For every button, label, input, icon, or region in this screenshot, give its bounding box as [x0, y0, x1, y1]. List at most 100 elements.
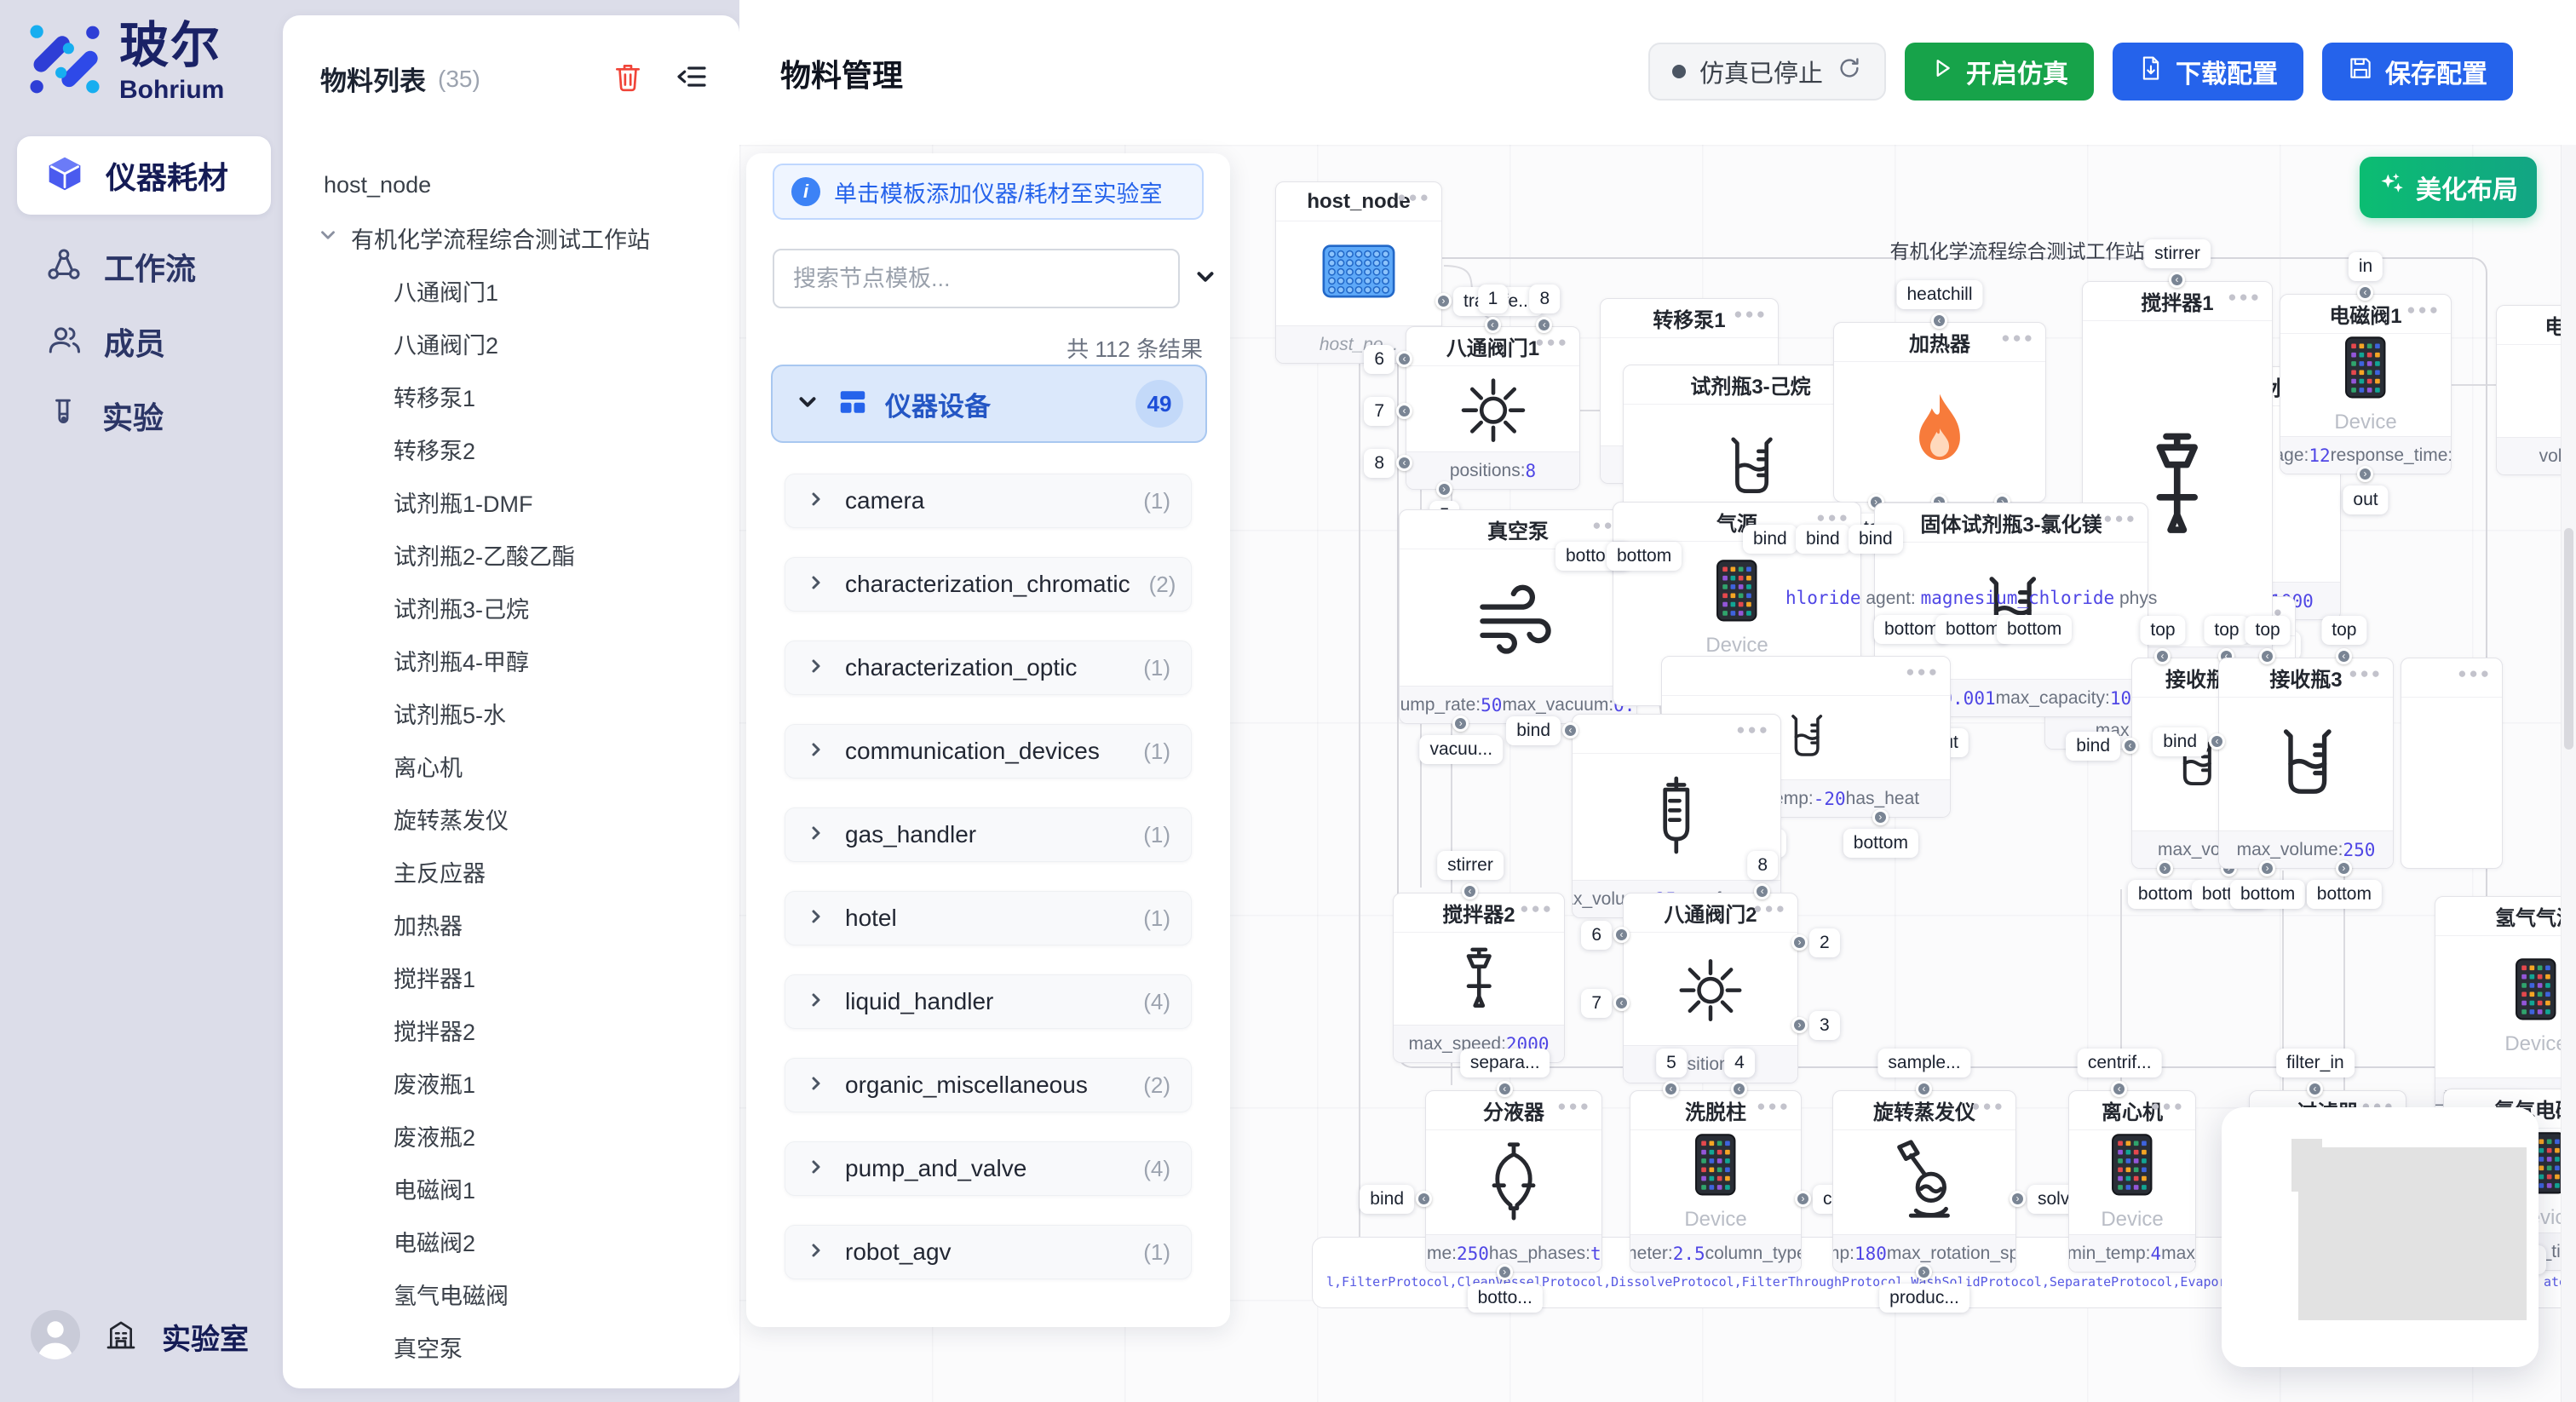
node-menu-icon[interactable]: ●●●: [1557, 1098, 1591, 1115]
category-row-hotel[interactable]: hotel (1): [785, 891, 1192, 945]
port-handle[interactable]: ‹: [1462, 883, 1478, 899]
port-handle[interactable]: ›: [1916, 1264, 1932, 1280]
chevron-down-icon[interactable]: [317, 224, 339, 252]
avatar[interactable]: [31, 1310, 80, 1364]
tree-item[interactable]: 主反应器: [283, 845, 739, 898]
port-handle[interactable]: ›: [1497, 1264, 1513, 1280]
category-row-characterization_optic[interactable]: characterization_optic (1): [785, 641, 1192, 695]
node-menu-icon[interactable]: ●●●: [1397, 189, 1431, 206]
node-menu-icon[interactable]: ●●●: [2458, 665, 2492, 682]
category-row-gas_handler[interactable]: gas_handler (1): [785, 807, 1192, 862]
node-menu-icon[interactable]: ●●●: [1906, 664, 1940, 681]
port-handle[interactable]: ›: [1436, 481, 1452, 497]
tree-item[interactable]: 电磁阀2: [283, 1215, 739, 1267]
node-menu-icon[interactable]: ●●●: [1736, 721, 1770, 738]
port-handle[interactable]: ›: [1872, 809, 1889, 825]
sidebar-item-instruments[interactable]: 仪器耗材: [17, 136, 271, 215]
port-handle[interactable]: ›: [1791, 934, 1808, 951]
tree-item[interactable]: 八通阀门2: [283, 317, 739, 370]
node-menu-icon[interactable]: ●●●: [2151, 1098, 2185, 1115]
tree-item[interactable]: 搅拌器1: [283, 951, 739, 1003]
sidebar-item-experiments[interactable]: 实验: [17, 386, 271, 445]
canvas-node-八通阀门1[interactable]: 八通阀门1 ●●●positions: 81 ‹8 ‹5 ›6 ‹7 ‹8 ‹: [1406, 326, 1580, 490]
port-handle[interactable]: ‹: [2169, 272, 2185, 288]
node-menu-icon[interactable]: ●●●: [1753, 900, 1787, 917]
canvas-scrollbar[interactable]: [2561, 145, 2576, 1402]
tree-item[interactable]: 搅拌器2: [283, 1003, 739, 1056]
canvas-node-八通阀门2[interactable]: 八通阀门2 ●●●positions: 88 ‹6 ‹7 ‹2 ›3 ›: [1623, 893, 1798, 1083]
start-simulation-button[interactable]: 开启仿真: [1905, 43, 2094, 101]
tree-item-host-node[interactable]: host_node: [283, 158, 739, 211]
canvas-node-搅拌器2[interactable]: 搅拌器2 ●●● max_speed: 2000stirrer ‹: [1393, 893, 1565, 1063]
preview-panel[interactable]: [2222, 1107, 2539, 1367]
canvas-node-接收瓶3[interactable]: 接收瓶3 ●●● max_volume: 250top ‹top ‹bottom…: [2218, 658, 2394, 869]
node-menu-icon[interactable]: ●●●: [2001, 330, 2035, 347]
tree-item[interactable]: 真空泵: [283, 1320, 739, 1373]
port-handle[interactable]: ‹: [1497, 1081, 1513, 1097]
node-menu-icon[interactable]: ●●●: [2406, 302, 2441, 319]
port-handle[interactable]: ‹: [1485, 317, 1501, 333]
tree-item[interactable]: 旋转蒸发仪: [283, 792, 739, 845]
node-menu-icon[interactable]: ●●●: [2228, 289, 2262, 306]
port-handle[interactable]: ›: [2357, 466, 2373, 482]
download-config-button[interactable]: 下载配置: [2113, 43, 2303, 101]
sidebar-item-workflow[interactable]: 工作流: [17, 237, 271, 296]
category-row-characterization_chromatic[interactable]: characterization_chromatic (2): [785, 557, 1192, 612]
tree-item[interactable]: 转移泵1: [283, 370, 739, 422]
node-menu-icon[interactable]: ●●●: [1757, 1098, 1791, 1115]
category-group-instruments[interactable]: 仪器设备 49: [771, 365, 1207, 443]
canvas-node-加热器[interactable]: 加热器 ●●● heatchill ‹top ›top ›top ›: [1833, 322, 2046, 503]
refresh-icon[interactable]: [1837, 55, 1862, 88]
collapse-list-icon[interactable]: [675, 60, 709, 98]
node-menu-icon[interactable]: ●●●: [1816, 509, 1850, 526]
tree-item[interactable]: 电磁阀1: [283, 1162, 739, 1215]
tree-item[interactable]: 试剂瓶4-甲醇: [283, 634, 739, 687]
trash-icon[interactable]: [612, 60, 644, 97]
port-handle[interactable]: ‹: [1613, 995, 1630, 1011]
tree-item[interactable]: 试剂瓶2-乙酸乙酯: [283, 528, 739, 581]
port-handle[interactable]: ‹: [1396, 455, 1412, 471]
port-handle[interactable]: ‹: [1916, 1081, 1932, 1097]
port-handle[interactable]: ‹: [1562, 722, 1578, 738]
tree-item[interactable]: 转移泵2: [283, 422, 739, 475]
category-row-liquid_handler[interactable]: liquid_handler (4): [785, 974, 1192, 1029]
canvas-node-分液器[interactable]: 分液器 ●●● volume: 250 has_phases: truesepa…: [1425, 1090, 1602, 1273]
save-config-button[interactable]: 保存配置: [2322, 43, 2513, 101]
category-row-camera[interactable]: camera (1): [785, 474, 1192, 528]
node-menu-icon[interactable]: ●●●: [1520, 900, 1554, 917]
category-row-robot_agv[interactable]: robot_agv (1): [785, 1225, 1192, 1279]
scrollbar-thumb[interactable]: [2564, 528, 2573, 750]
node-menu-icon[interactable]: ●●●: [1734, 306, 1768, 323]
search-input[interactable]: [773, 249, 1180, 308]
canvas-node[interactable]: ●●●: [2401, 658, 2503, 869]
sidebar-item-members[interactable]: 成员: [17, 312, 271, 371]
tree-item[interactable]: 离心机: [283, 739, 739, 792]
tree-item[interactable]: 试剂瓶1-DMF: [283, 475, 739, 528]
port-handle[interactable]: ›: [2259, 860, 2275, 876]
tree-item[interactable]: 氢气电磁阀: [283, 1267, 739, 1320]
port-handle[interactable]: ›: [2157, 860, 2173, 876]
lab-label[interactable]: 实验室: [162, 1316, 249, 1358]
node-menu-icon[interactable]: ●●●: [1971, 1098, 2005, 1115]
node-menu-icon[interactable]: ●●●: [1535, 334, 1569, 351]
port-handle[interactable]: ‹: [1731, 1081, 1747, 1097]
canvas-node-电磁阀1[interactable]: 电磁阀1 ●●●Devicevoltage: 12 response_time:…: [2280, 294, 2452, 474]
tree-group-workstation[interactable]: 有机化学流程综合测试工作站: [283, 211, 739, 264]
canvas-node-洗脱柱[interactable]: 洗脱柱 ●●●Devicediameter: 2.5 column_type: …: [1630, 1090, 1802, 1273]
port-handle[interactable]: ‹: [1396, 351, 1412, 367]
category-row-communication_devices[interactable]: communication_devices (1): [785, 724, 1192, 779]
tree-item[interactable]: 加热器: [283, 898, 739, 951]
tree-item[interactable]: 试剂瓶5-水: [283, 687, 739, 739]
port-handle[interactable]: ‹: [2307, 1081, 2323, 1097]
canvas-node-离心机[interactable]: 离心机 ●●●Devicep: 40 min_temp: 4 max_spece…: [2068, 1090, 2196, 1273]
node-menu-icon[interactable]: ●●●: [2349, 665, 2383, 682]
port-handle[interactable]: ‹: [1931, 313, 1947, 329]
port-handle[interactable]: ‹: [1663, 1081, 1679, 1097]
port-handle[interactable]: ‹: [2259, 648, 2275, 664]
port-handle[interactable]: ‹: [2357, 284, 2373, 301]
category-row-organic_miscellaneous[interactable]: organic_miscellaneous (2): [785, 1058, 1192, 1112]
beautify-layout-button[interactable]: 美化布局: [2360, 157, 2537, 218]
node-menu-icon[interactable]: ●●●: [2103, 510, 2137, 527]
category-row-pump_and_valve[interactable]: pump_and_valve (4): [785, 1141, 1192, 1196]
canvas-node-旋转蒸发仪[interactable]: 旋转蒸发仪 ●●● temp: 180 max_rotation_speesam…: [1832, 1090, 2016, 1273]
